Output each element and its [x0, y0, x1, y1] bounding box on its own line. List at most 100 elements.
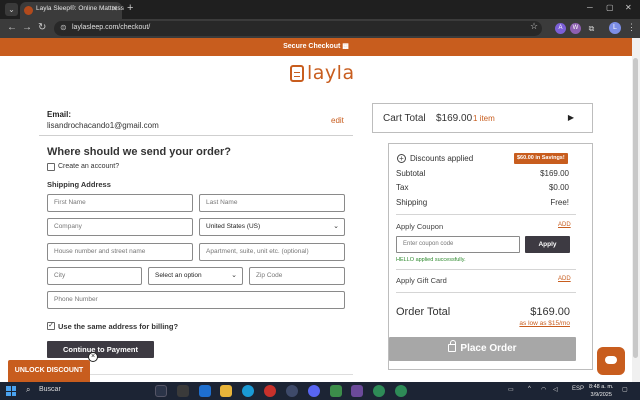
language-indicator[interactable]: ESP [572, 386, 584, 392]
discord-icon[interactable] [308, 385, 320, 397]
create-account-label[interactable]: Create an account? [58, 163, 119, 170]
tab-close-icon[interactable]: ✕ [111, 4, 118, 13]
create-account-checkbox[interactable] [47, 163, 55, 171]
city-field[interactable]: City [47, 267, 142, 285]
gift-card-add-link[interactable]: ADD [558, 276, 571, 282]
notification-icon[interactable]: ▢ [622, 386, 628, 393]
app-icon[interactable] [330, 385, 342, 397]
scrollbar-thumb[interactable] [633, 58, 638, 358]
phone-field[interactable]: Phone Number [47, 291, 345, 309]
order-total-value: $169.00 [530, 306, 570, 318]
wifi-icon[interactable]: ◠ [541, 386, 546, 393]
task-view-icon[interactable] [155, 385, 167, 397]
lock-icon [448, 340, 457, 352]
extension-a-icon[interactable]: A [555, 23, 566, 34]
tax-label: Tax [396, 183, 409, 192]
shipping-value: Free! [550, 198, 569, 207]
order-summary: + Discounts applied $60.00 in Savings! S… [388, 143, 593, 370]
shipping-row: Shipping Free! [396, 198, 569, 207]
lock-icon: ▩ [342, 43, 349, 50]
reload-icon[interactable]: ↻ [38, 22, 46, 33]
divider [396, 214, 576, 215]
site-info-icon[interactable]: ⊜ [60, 23, 67, 32]
unlock-discount-button[interactable]: UNLOCK DISCOUNT [8, 360, 90, 382]
browser-menu-icon[interactable]: ⋮ [627, 22, 636, 33]
same-billing-checkbox[interactable]: ✓ [47, 322, 55, 330]
search-icon[interactable]: ⌕ [26, 385, 30, 395]
coupon-success-message: HELLO applied successfully. [396, 257, 466, 263]
chevron-down-icon: ⌄ [231, 272, 237, 279]
calendar-app-icon[interactable] [177, 385, 189, 397]
chevron-right-icon: ▶ [567, 113, 574, 122]
site-favicon-icon [24, 6, 33, 15]
zip-code-field[interactable]: Zip Code [249, 267, 345, 285]
new-tab-icon[interactable]: + [127, 2, 133, 14]
continue-to-payment-button[interactable]: Continue to Payment [47, 341, 154, 358]
country-value: United States (US) [206, 223, 261, 230]
address-bar[interactable]: ⊜ laylasleep.com/checkout/ [54, 21, 542, 36]
last-name-field[interactable]: Last Name [199, 194, 345, 212]
apply-coupon-button[interactable]: Apply [525, 236, 570, 253]
place-order-button[interactable]: Place Order [389, 337, 576, 361]
discounts-applied-label[interactable]: Discounts applied [410, 154, 473, 163]
url-text: laylasleep.com/checkout/ [72, 24, 151, 31]
volume-icon[interactable]: ◁ [553, 386, 558, 393]
profile-avatar[interactable]: L [609, 22, 621, 34]
file-explorer-icon[interactable] [220, 385, 232, 397]
cart-items-count: 1 item [473, 114, 495, 123]
coupon-add-link[interactable]: ADD [558, 222, 571, 228]
order-total-label: Order Total [396, 306, 451, 318]
clock-date: 3/9/2025 [590, 392, 612, 398]
company-field[interactable]: Company [47, 218, 193, 236]
maximize-icon[interactable]: ▢ [606, 3, 614, 12]
minimize-icon[interactable]: ─ [587, 3, 593, 12]
close-icon[interactable]: × [88, 352, 98, 362]
state-select[interactable]: Select an option ⌄ [148, 267, 243, 285]
divider [39, 135, 353, 136]
battery-icon[interactable]: ▭ [508, 386, 514, 393]
subtotal-label: Subtotal [396, 169, 426, 178]
financing-link[interactable]: as low as $15/mo [519, 320, 570, 327]
chevron-up-icon[interactable]: ^ [528, 386, 531, 392]
apply-coupon-label: Apply Coupon [396, 222, 444, 231]
forward-icon[interactable]: → [22, 22, 32, 33]
browser-tab[interactable]: Layla Sleep®: Online Mattress ✕ [20, 2, 124, 19]
cart-total-value: $169.00 [436, 113, 473, 124]
brand-name: layla [307, 62, 355, 84]
clock-time: 8:48 a. m. [589, 384, 614, 390]
cart-total-toggle[interactable]: Cart Total $169.00 1 item ▶ [372, 103, 593, 133]
apartment-field[interactable]: Apartment, suite, unit etc. (optional) [199, 243, 345, 261]
extension-w-icon[interactable]: W [570, 23, 581, 34]
tab-search-chevron-icon[interactable]: ⌄ [5, 3, 18, 16]
edge-icon[interactable] [242, 385, 254, 397]
same-billing-label[interactable]: Use the same address for billing? [58, 322, 178, 331]
app-icon[interactable] [286, 385, 298, 397]
outlook-icon[interactable] [199, 385, 211, 397]
chrome-icon[interactable] [373, 385, 385, 397]
country-select[interactable]: United States (US) ⌄ [199, 218, 345, 236]
chrome-icon[interactable] [395, 385, 407, 397]
app-icon[interactable] [351, 385, 363, 397]
clock[interactable]: 8:48 a. m. 3/9/2025 [589, 383, 613, 399]
first-name-field[interactable]: First Name [47, 194, 193, 212]
chat-bubble-icon[interactable] [597, 347, 625, 375]
back-icon[interactable]: ← [7, 22, 17, 33]
taskbar-search[interactable]: Buscar [39, 386, 61, 393]
bookmark-star-icon[interactable]: ☆ [530, 21, 538, 32]
coupon-code-input[interactable]: Enter coupon code [396, 236, 520, 253]
opera-icon[interactable] [264, 385, 276, 397]
plus-circle-icon[interactable]: + [397, 154, 406, 163]
email-value: lisandrochacando1@gmail.com [47, 121, 159, 130]
layla-logo[interactable]: layla [290, 62, 355, 84]
tax-value: $0.00 [548, 183, 569, 192]
windows-taskbar: ⌕ Buscar ▭ ^ ◠ ◁ ESP 8:48 a. m. 3/9/2025… [0, 382, 640, 400]
window-close-icon[interactable]: ✕ [625, 3, 632, 12]
extensions-puzzle-icon[interactable]: ⧉ [586, 23, 597, 34]
street-address-field[interactable]: House number and street name [47, 243, 193, 261]
edit-email-link[interactable]: edit [331, 116, 344, 125]
divider [396, 292, 576, 293]
cart-total-label: Cart Total [383, 113, 426, 124]
windows-start-icon[interactable] [6, 386, 16, 396]
layla-logo-icon [290, 64, 304, 82]
browser-toolbar: ← → ↻ ⊜ laylasleep.com/checkout/ ☆ A W ⧉… [0, 19, 640, 38]
